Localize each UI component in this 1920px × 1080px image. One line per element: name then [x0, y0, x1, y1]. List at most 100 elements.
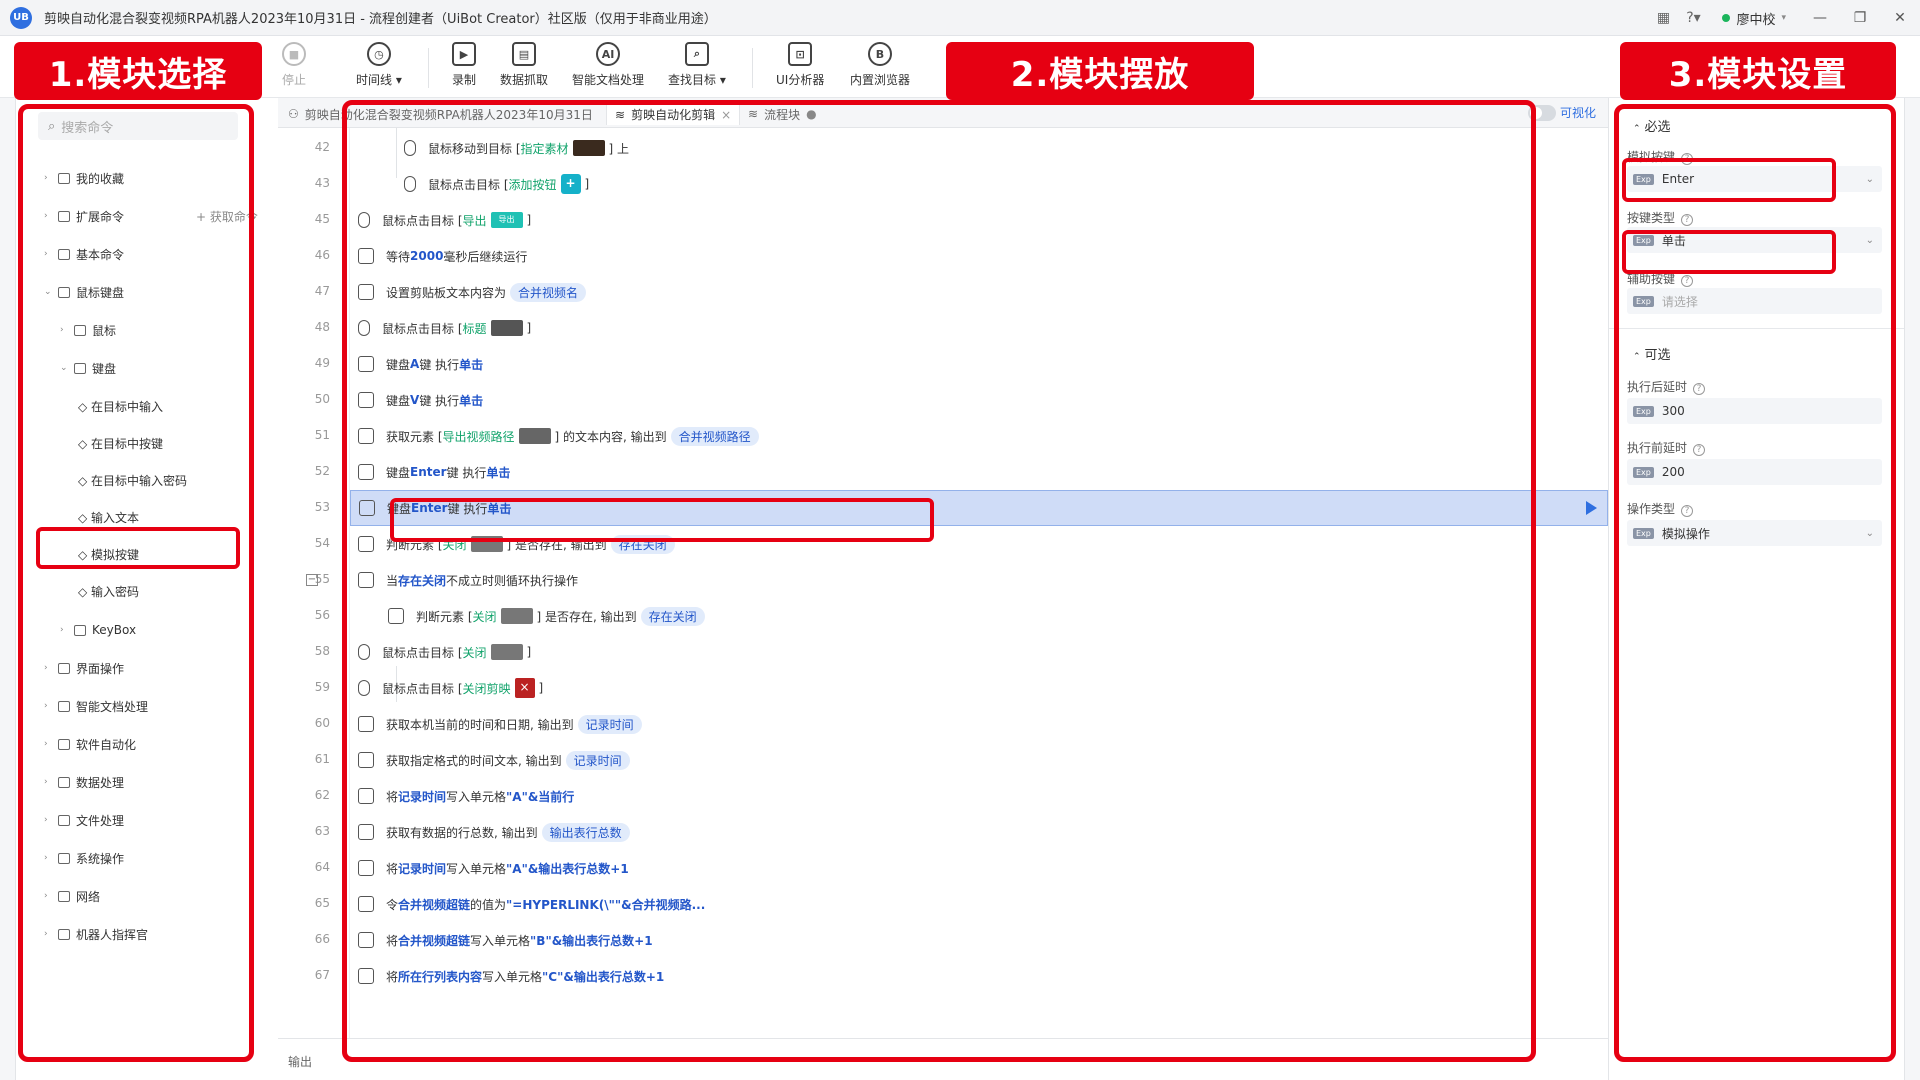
tree-item[interactable]: ◇ 输入文本: [78, 507, 139, 527]
command-row[interactable]: 判断元素 [ 关闭 ] 是否存在, 输出到 存在关闭: [350, 598, 1608, 634]
close-tab-icon[interactable]: ×: [721, 108, 731, 122]
tree-item[interactable]: ⌄ 鼠标键盘: [44, 282, 124, 302]
tree-item[interactable]: ◇ 在目标中按键: [78, 433, 163, 453]
command-row[interactable]: 设置剪贴板文本内容为 合并视频名: [350, 274, 1608, 310]
command-row[interactable]: 获取指定格式的时间文本, 输出到 记录时间: [350, 742, 1608, 778]
stop-button[interactable]: ■ 停止: [282, 42, 306, 88]
selected-command-row[interactable]: 键盘 Enter 键 执行 单击: [350, 490, 1608, 526]
command-row[interactable]: 令 合并视频超链 的值为 "=HYPERLINK(\""&合并视频路...: [350, 886, 1608, 922]
tree-item[interactable]: ◇ 在目标中输入密码: [78, 470, 187, 490]
help-icon[interactable]: ?▾: [1678, 10, 1708, 26]
tree-item[interactable]: › 机器人指挥官: [44, 924, 148, 944]
command-row[interactable]: 获取有数据的行总数, 输出到 输出表行总数: [350, 814, 1608, 850]
chevron-right-icon[interactable]: ›: [44, 211, 58, 221]
chevron-down-icon[interactable]: ⌄: [44, 287, 58, 297]
command-row[interactable]: 将 合并视频超链 写入单元格 "B"&输出表行总数+1: [350, 922, 1608, 958]
command-param: 导出视频路径: [442, 429, 515, 444]
maximize-button[interactable]: ❐: [1840, 10, 1880, 26]
command-row[interactable]: 键盘 V 键 执行 单击: [350, 382, 1608, 418]
close-button[interactable]: ✕: [1880, 10, 1920, 26]
command-row[interactable]: 将 所在行列表内容 写入单元格 "C"&输出表行总数+1: [350, 958, 1608, 994]
command-text: 鼠标点击目标 [: [382, 645, 463, 660]
visual-toggle[interactable]: 可视化: [1527, 104, 1596, 121]
tab-main-flow[interactable]: ⚇ 剪映自动化混合裂变视频RPA机器人2023年10月31日: [288, 103, 593, 125]
tree-item[interactable]: › 软件自动化: [44, 734, 136, 754]
search-input[interactable]: ⌕ 搜索命令: [38, 112, 238, 140]
tree-item[interactable]: › 智能文档处理: [44, 696, 148, 716]
command-row[interactable]: 鼠标点击目标 [ 关闭 ]: [350, 634, 1608, 670]
delay-after-input[interactable]: Exp 300: [1627, 398, 1882, 424]
chevron-right-icon[interactable]: ›: [44, 815, 58, 825]
chevron-right-icon[interactable]: ›: [44, 891, 58, 901]
command-row[interactable]: 当 存在关闭 不成立时则循环执行操作 −: [306, 562, 1608, 598]
optional-section-header[interactable]: ⌃ 可选: [1633, 344, 1671, 363]
tree-item[interactable]: › 界面操作: [44, 658, 124, 678]
command-row[interactable]: 获取元素 [ 导出视频路径 ] 的文本内容, 输出到 合并视频路径: [350, 418, 1608, 454]
aux-key-select[interactable]: Exp 请选择: [1627, 288, 1882, 314]
tree-item[interactable]: › 基本命令: [44, 244, 124, 264]
output-panel[interactable]: 输出: [278, 1038, 1608, 1080]
right-side-strip[interactable]: [1904, 98, 1920, 1080]
toggle-switch[interactable]: [1527, 104, 1556, 121]
record-button[interactable]: ▶ 录制: [452, 42, 476, 88]
tree-item[interactable]: › 数据处理: [44, 772, 124, 792]
chevron-right-icon[interactable]: ›: [60, 325, 74, 335]
command-row[interactable]: 鼠标点击目标 [ 导出 导出 ]: [350, 202, 1608, 238]
chevron-right-icon[interactable]: ›: [44, 663, 58, 673]
tree-item[interactable]: › 我的收藏: [44, 168, 124, 188]
ui-analyzer-button[interactable]: ⊡ UI分析器: [776, 42, 824, 88]
browser-button[interactable]: B 内置浏览器: [850, 42, 910, 88]
tab-flow-block[interactable]: ≋ 流程块 ●: [748, 103, 817, 125]
tree-item[interactable]: ◇ 在目标中输入: [78, 396, 163, 416]
tree-item[interactable]: › 网络: [44, 886, 100, 906]
chevron-right-icon[interactable]: ›: [44, 701, 58, 711]
flow-editor[interactable]: 鼠标移动到目标 [ 指定素材 ] 上鼠标点击目标 [ 添加按钮 + ] 鼠标点击目标…: [306, 128, 1608, 1038]
optype-select[interactable]: Exp 模拟操作 ⌄: [1627, 520, 1882, 546]
chevron-right-icon[interactable]: ›: [44, 777, 58, 787]
command-row[interactable]: 键盘 Enter 键 执行 单击: [350, 454, 1608, 490]
timeline-button[interactable]: ◷ 时间线 ▾: [356, 42, 402, 88]
tree-item[interactable]: › 文件处理: [44, 810, 124, 830]
tree-item[interactable]: ⌄ 键盘: [60, 358, 116, 378]
command-row[interactable]: 鼠标移动到目标 [ 指定素材 ] 上: [350, 130, 1608, 166]
required-section-header[interactable]: ⌃ 必选: [1633, 116, 1671, 135]
user-menu[interactable]: 廖中校 ▾: [1722, 9, 1786, 28]
command-row[interactable]: 将 记录时间 写入单元格 "A"&输出表行总数+1: [350, 850, 1608, 886]
key-select[interactable]: Exp Enter ⌄: [1627, 166, 1882, 192]
chevron-down-icon[interactable]: ⌄: [60, 363, 74, 373]
command-row[interactable]: 判断元素 [ 关闭 ] 是否存在, 输出到 存在关闭: [350, 526, 1608, 562]
command-row[interactable]: 获取本机当前的时间和日期, 输出到 记录时间: [350, 706, 1608, 742]
chevron-right-icon[interactable]: ›: [44, 173, 58, 183]
minimize-button[interactable]: —: [1800, 10, 1840, 26]
tab-jianying-edit[interactable]: ≋ 剪映自动化剪辑 ×: [606, 103, 741, 125]
tree-item[interactable]: › 系统操作: [44, 848, 124, 868]
chevron-right-icon[interactable]: ›: [44, 929, 58, 939]
command-row[interactable]: 将 记录时间 写入单元格 "A"&当前行: [350, 778, 1608, 814]
left-side-strip[interactable]: [0, 98, 16, 1080]
tree-item[interactable]: ◇ 输入密码: [78, 581, 139, 601]
chevron-right-icon[interactable]: ›: [60, 625, 74, 635]
chevron-right-icon[interactable]: ›: [44, 739, 58, 749]
command-icon: [358, 536, 374, 552]
command-row[interactable]: 等待 2000 毫秒后继续运行: [350, 238, 1608, 274]
command-row[interactable]: 鼠标点击目标 [ 标题 ]: [350, 310, 1608, 346]
tree-item[interactable]: › 鼠标: [60, 320, 116, 340]
run-line-icon[interactable]: [1586, 501, 1597, 515]
chevron-right-icon[interactable]: ›: [44, 249, 58, 259]
collapse-icon[interactable]: −: [306, 574, 318, 586]
find-target-button[interactable]: ⌕ 查找目标 ▾: [668, 42, 726, 88]
command-param: 记录时间: [565, 750, 630, 770]
keytype-select[interactable]: Exp 单击 ⌄: [1627, 227, 1882, 253]
command-row[interactable]: 键盘 A 键 执行 单击: [350, 346, 1608, 382]
command-row[interactable]: 鼠标点击目标 [ 添加按钮 + ]: [350, 166, 1608, 202]
smart-doc-button[interactable]: AI 智能文档处理: [572, 42, 644, 88]
chevron-right-icon[interactable]: ›: [44, 853, 58, 863]
tree-item[interactable]: › 扩展命令: [44, 206, 124, 226]
command-row[interactable]: 鼠标点击目标 [ 关闭剪映 × ]: [350, 670, 1608, 706]
tree-item[interactable]: ◇ 模拟按键: [78, 544, 139, 564]
tree-item[interactable]: › KeyBox: [60, 620, 136, 640]
delay-before-input[interactable]: Exp 200: [1627, 459, 1882, 485]
grid-icon[interactable]: ▦: [1648, 10, 1678, 26]
data-scrape-button[interactable]: ▤ 数据抓取: [500, 42, 548, 88]
get-command-button[interactable]: + 获取命令: [196, 208, 258, 225]
